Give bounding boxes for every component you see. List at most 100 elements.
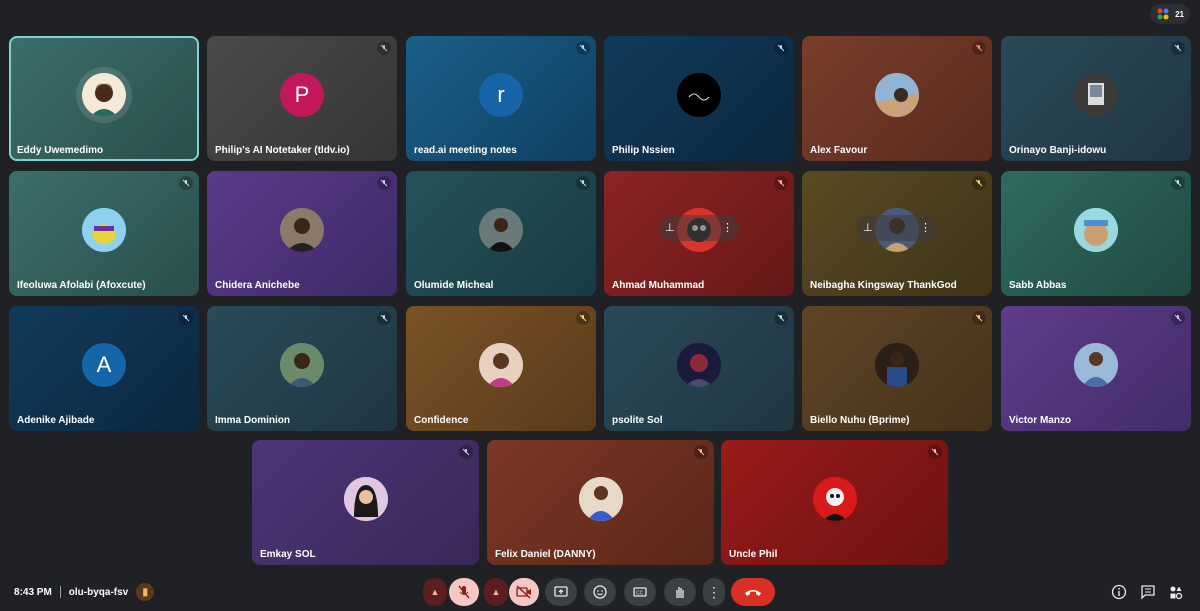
avatar	[875, 342, 919, 387]
mic-off-icon	[179, 311, 193, 325]
avatar	[578, 476, 623, 521]
participant-tile[interactable]: Felix Daniel (DANNY)	[487, 440, 714, 565]
chat-icon	[1141, 585, 1155, 600]
more-options-icon[interactable]: ⋮	[920, 221, 931, 234]
mic-off-icon	[1171, 311, 1185, 325]
participant-name: Emkay SOL	[260, 549, 316, 560]
emoji-icon	[593, 585, 607, 599]
participant-name: Felix Daniel (DANNY)	[495, 549, 596, 560]
participant-tile[interactable]: ⊥ ⋮ Neibagha Kingsway ThankGod	[802, 171, 992, 296]
avatar	[280, 342, 324, 387]
avatar	[1074, 342, 1118, 387]
chevron-up-icon: ▲	[430, 587, 440, 597]
avatar: r	[479, 72, 523, 117]
divider	[59, 586, 61, 598]
end-call-icon	[745, 590, 761, 596]
avatar	[1074, 72, 1118, 117]
pin-icon[interactable]: ⊥	[863, 221, 873, 234]
avatar	[280, 207, 324, 252]
participant-tile[interactable]: Ifeoluwa Afolabi (Afoxcute)	[9, 171, 199, 296]
mic-off-icon	[377, 41, 391, 55]
avatar	[677, 72, 721, 117]
mic-off-icon	[576, 176, 590, 190]
avatar: A	[82, 342, 126, 387]
mic-off-icon	[459, 445, 473, 459]
raise-hand-button[interactable]	[664, 578, 696, 606]
avatar	[343, 476, 388, 521]
participant-name: Alex Favour	[810, 145, 868, 156]
participant-name: Philip Nssien	[612, 145, 675, 156]
participant-tile[interactable]: Olumide Micheal	[406, 171, 596, 296]
meeting-info: 8:43 PM olu-byqa-fsv ▮	[14, 583, 155, 601]
avatar	[875, 72, 919, 117]
participant-name: Victor Manzo	[1009, 415, 1072, 426]
mic-off-icon	[774, 311, 788, 325]
people-icon	[1157, 8, 1169, 20]
info-button[interactable]	[1109, 582, 1129, 602]
mic-off-icon	[458, 585, 470, 599]
participant-name: Chidera Anichebe	[215, 280, 300, 291]
more-options-icon[interactable]: ⋮	[722, 221, 733, 234]
mic-off-icon	[377, 176, 391, 190]
participant-name: Olumide Micheal	[414, 280, 494, 291]
participant-name: Uncle Phil	[729, 549, 778, 560]
avatar	[82, 207, 126, 252]
present-icon	[554, 586, 568, 597]
participant-tile[interactable]: psolite Sol	[604, 306, 794, 431]
participant-count: 21	[1175, 9, 1184, 19]
participant-count-badge[interactable]: 21	[1150, 4, 1190, 24]
more-options-button[interactable]: ⋮	[703, 578, 725, 606]
participant-name: psolite Sol	[612, 415, 663, 426]
chevron-up-icon: ▲	[491, 587, 501, 597]
microphone-toggle-button[interactable]	[449, 578, 479, 606]
activities-button[interactable]	[1166, 582, 1186, 602]
participant-tile[interactable]: ⊥ ⋮ Ahmad Muhammad	[604, 171, 794, 296]
participant-tile[interactable]: P Philip's AI Notetaker (tldv.io)	[207, 36, 397, 161]
chat-button[interactable]	[1138, 582, 1158, 602]
participant-tile[interactable]: Emkay SOL	[252, 440, 479, 565]
audio-options-button[interactable]: ▲	[423, 578, 447, 606]
participant-tile[interactable]: Alex Favour	[802, 36, 992, 161]
mic-off-icon	[179, 176, 193, 190]
mic-off-icon	[377, 311, 391, 325]
captions-button[interactable]: CC	[624, 578, 656, 606]
participant-name: Adenike Ajibade	[17, 415, 95, 426]
participant-name: Ifeoluwa Afolabi (Afoxcute)	[17, 280, 146, 291]
participant-tile[interactable]: Victor Manzo	[1001, 306, 1191, 431]
participant-tile[interactable]: Philip Nssien	[604, 36, 794, 161]
participant-tile[interactable]: Sabb Abbas	[1001, 171, 1191, 296]
info-icon	[1111, 584, 1127, 600]
mic-off-icon	[1171, 41, 1185, 55]
mic-off-icon	[694, 445, 708, 459]
mic-off-icon	[774, 176, 788, 190]
camera-toggle-button[interactable]	[509, 578, 539, 606]
present-button[interactable]	[545, 578, 577, 606]
participant-tile[interactable]: Imma Dominion	[207, 306, 397, 431]
svg-text:CC: CC	[636, 591, 644, 597]
participant-name: Ahmad Muhammad	[612, 280, 705, 291]
mic-off-icon	[774, 41, 788, 55]
emoji-button[interactable]	[584, 578, 616, 606]
mic-off-icon	[576, 41, 590, 55]
participant-tile[interactable]: A Adenike Ajibade	[9, 306, 199, 431]
participant-tile[interactable]: Uncle Phil	[721, 440, 948, 565]
avatar	[479, 342, 523, 387]
participant-name: Confidence	[414, 415, 469, 426]
mic-off-icon	[972, 41, 986, 55]
raise-hand-icon	[676, 587, 684, 598]
activities-icon	[1170, 586, 1183, 600]
participant-tile[interactable]: r read.ai meeting notes	[406, 36, 596, 161]
tile-hover-controls: ⊥ ⋮	[857, 214, 937, 241]
participant-tile[interactable]: Biello Nuhu (Bprime)	[802, 306, 992, 431]
participant-name: Philip's AI Notetaker (tldv.io)	[215, 145, 350, 156]
video-options-button[interactable]: ▲	[484, 578, 508, 606]
participant-tile[interactable]: Orinayo Banji-idowu	[1001, 36, 1191, 161]
participant-name: Sabb Abbas	[1009, 280, 1067, 291]
end-call-button[interactable]	[731, 578, 775, 606]
host-controls-icon[interactable]: ▮	[136, 583, 155, 601]
pin-icon[interactable]: ⊥	[665, 221, 675, 234]
avatar: P	[280, 72, 324, 117]
participant-tile[interactable]: Confidence	[406, 306, 596, 431]
participant-tile[interactable]: Eddy Uwemedimo	[9, 36, 199, 161]
participant-tile[interactable]: Chidera Anichebe	[207, 171, 397, 296]
